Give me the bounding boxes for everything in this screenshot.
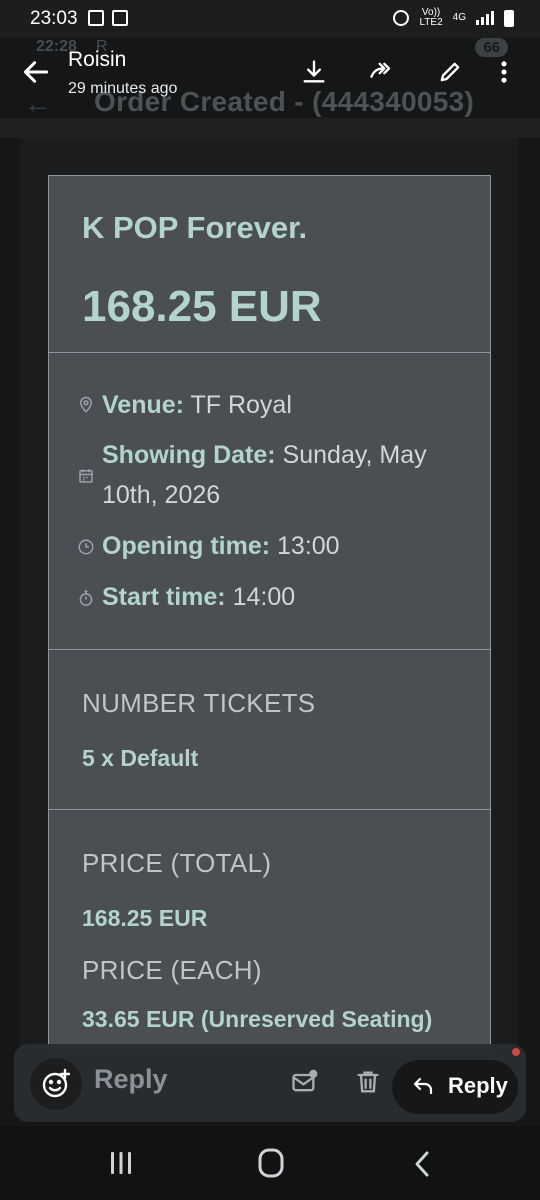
more-options-icon[interactable]: [496, 58, 512, 86]
price-each-heading: PRICE (EACH): [82, 955, 262, 985]
reply-button-label: Reply: [448, 1073, 508, 1098]
opening-time-row: Opening time: 13:00: [102, 526, 472, 566]
notification-dot: [512, 1048, 520, 1056]
network-type-indicator: 4G: [452, 12, 466, 23]
location-pin-icon: [79, 396, 93, 413]
screenshot-notification-icon: [112, 10, 128, 26]
order-card: K POP Forever. 168.25 EUR Venue: TF Roya…: [48, 175, 491, 1055]
emoji-reaction-icon[interactable]: [30, 1058, 82, 1110]
start-time-value: 14:00: [225, 583, 296, 611]
system-navigation-bar: [0, 1126, 540, 1200]
status-left-icons: [88, 10, 128, 26]
battery-icon: [504, 9, 514, 27]
price-each-value: 33.65 EUR (Unreserved Seating): [82, 1006, 433, 1032]
download-icon[interactable]: [300, 58, 328, 86]
venue-value: TF Royal: [183, 391, 292, 419]
opening-time-value: 13:00: [270, 532, 340, 560]
venue-label: Venue:: [102, 391, 184, 419]
price-section: PRICE (TOTAL) 168.25 EUR PRICE (EACH) 33…: [49, 810, 490, 1056]
event-details-section: Venue: TF Royal Showing Date: Sunday, Ma…: [49, 353, 490, 650]
alarm-icon: [393, 10, 410, 26]
header-divider: [0, 118, 540, 138]
notification-icon: [88, 10, 104, 26]
received-time: 29 minutes ago: [68, 80, 178, 97]
recent-apps-icon[interactable]: [108, 1148, 134, 1178]
event-price: 168.25 EUR: [82, 282, 322, 331]
sender-name: Roisin: [68, 48, 127, 71]
clock-icon: [78, 539, 94, 555]
start-time-row: Start time: 14:00: [102, 577, 472, 617]
reply-button[interactable]: Reply: [392, 1060, 518, 1114]
calendar-icon: [79, 469, 93, 483]
venue-row: Venue: TF Royal: [102, 385, 472, 425]
reply-arrow-icon: [413, 1077, 433, 1095]
signal-icon: [476, 11, 494, 25]
tickets-value: 5 x Default: [82, 745, 199, 771]
event-section: K POP Forever. 168.25 EUR: [49, 176, 490, 353]
start-time-label: Start time:: [102, 583, 226, 611]
price-total-heading: PRICE (TOTAL): [82, 848, 272, 878]
back-nav-icon[interactable]: [410, 1148, 434, 1180]
delete-icon[interactable]: [354, 1068, 382, 1096]
status-time: 23:03: [30, 8, 78, 29]
volte-indicator: Vo)) LTE2: [419, 7, 443, 28]
price-total-value: 168.25 EUR: [82, 905, 208, 931]
showing-date-row: Showing Date: Sunday, May 10th, 2026: [102, 435, 472, 515]
showing-date-label: Showing Date:: [102, 441, 276, 469]
edit-icon[interactable]: [436, 58, 464, 86]
tickets-section: NUMBER TICKETS 5 x Default: [49, 650, 490, 810]
opening-time-label: Opening time:: [102, 532, 271, 560]
stopwatch-icon: [79, 590, 93, 606]
status-bar: 23:03 Vo)) LTE2 4G: [0, 0, 540, 38]
reply-action-bar: Reply Reply: [14, 1044, 526, 1122]
reply-placeholder[interactable]: Reply: [94, 1064, 168, 1095]
forward-all-icon[interactable]: [368, 58, 396, 86]
status-right-icons: Vo)) LTE2 4G: [393, 8, 514, 28]
event-title: K POP Forever.: [82, 210, 308, 245]
mark-unread-icon[interactable]: [290, 1068, 318, 1096]
tickets-heading: NUMBER TICKETS: [82, 688, 316, 718]
back-arrow-icon[interactable]: [20, 56, 52, 88]
home-icon[interactable]: [257, 1146, 285, 1180]
email-header: Roisin 29 minutes ago: [0, 38, 540, 118]
